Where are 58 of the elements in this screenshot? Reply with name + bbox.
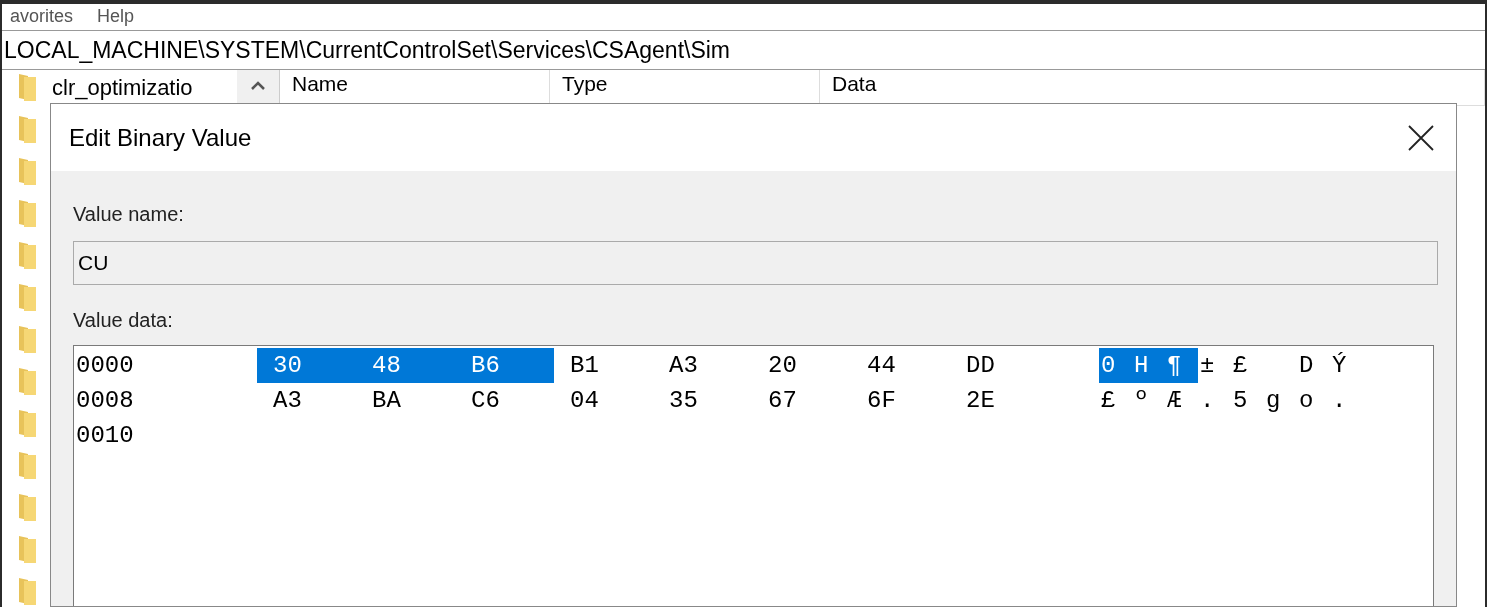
dialog-title: Edit Binary Value (69, 122, 252, 153)
ascii-char[interactable]: ± (1198, 348, 1231, 383)
ascii-char[interactable]: D (1297, 348, 1330, 383)
offset-label: 0000 (75, 351, 135, 381)
folder-icon (16, 408, 38, 438)
folder-icon (16, 450, 38, 480)
ascii-char[interactable]: £ (1231, 348, 1264, 383)
field-label: Value data: (73, 308, 173, 333)
close-icon[interactable] (1408, 124, 1434, 151)
tree-item[interactable]: clr_optimizatio (52, 70, 193, 104)
hex-byte[interactable]: 67 (752, 383, 851, 418)
hex-byte[interactable]: 6F (851, 383, 950, 418)
address-bar[interactable]: LOCAL_MACHINE\SYSTEM\CurrentControlSet\Services\CSAgent\Sim (2, 30, 1485, 70)
ascii-char[interactable]: 5 (1231, 383, 1264, 418)
ascii-char[interactable]: Æ (1165, 383, 1198, 418)
offset-label: 0008 (75, 386, 135, 416)
hex-editor[interactable]: 0000 30 48 B6 B1 A3 20 44 DD 0 H ¶ ± £ D Ý 0008 A3 BA C6 04 35 67 6F 2E £ º Æ . 5 g o . 0010 (73, 345, 1434, 606)
folder-icon (16, 282, 38, 312)
hex-byte[interactable]: 2E (950, 383, 1049, 418)
menu-item[interactable]: Help (97, 5, 135, 27)
hex-byte[interactable]: 04 (554, 383, 653, 418)
ascii-char[interactable]: £ (1099, 383, 1132, 418)
ascii-char[interactable]: H (1132, 348, 1165, 383)
hex-byte[interactable]: C6 (455, 383, 554, 418)
ascii-char[interactable]: º (1132, 383, 1165, 418)
hex-byte[interactable]: 48 (356, 348, 455, 383)
ascii-char[interactable]: . (1330, 383, 1363, 418)
folder-icon (16, 114, 38, 144)
ascii-char[interactable]: . (1198, 383, 1231, 418)
folder-icon (16, 492, 38, 522)
hex-byte[interactable]: A3 (257, 383, 356, 418)
value-name-field[interactable]: CU (73, 241, 1438, 285)
field-label: Value name: (73, 202, 184, 227)
hex-byte[interactable]: 44 (851, 348, 950, 383)
ascii-char[interactable]: g (1264, 383, 1297, 418)
hex-byte[interactable]: 35 (653, 383, 752, 418)
ascii-char[interactable]: 0 (1099, 348, 1132, 383)
offset-label: 0010 (75, 421, 135, 451)
menu-item[interactable]: avorites (10, 5, 74, 27)
folder-icon (16, 366, 38, 396)
ascii-char[interactable]: ¶ (1165, 348, 1198, 383)
folder-icon (16, 324, 38, 354)
folder-icon (16, 198, 38, 228)
scroll-up-icon[interactable] (250, 80, 266, 90)
hex-byte[interactable]: B6 (455, 348, 554, 383)
hex-byte[interactable]: 20 (752, 348, 851, 383)
ascii-char[interactable]: Ý (1330, 348, 1363, 383)
hex-byte[interactable]: A3 (653, 348, 752, 383)
ascii-char[interactable]: o (1297, 383, 1330, 418)
folder-icon (16, 156, 38, 186)
hex-byte[interactable]: 30 (257, 348, 356, 383)
folder-icon (16, 240, 38, 270)
folder-icon (16, 576, 38, 606)
hex-byte[interactable]: BA (356, 383, 455, 418)
hex-byte[interactable]: B1 (554, 348, 653, 383)
hex-byte[interactable]: DD (950, 348, 1049, 383)
folder-icon (16, 72, 38, 102)
folder-icon (16, 534, 38, 564)
